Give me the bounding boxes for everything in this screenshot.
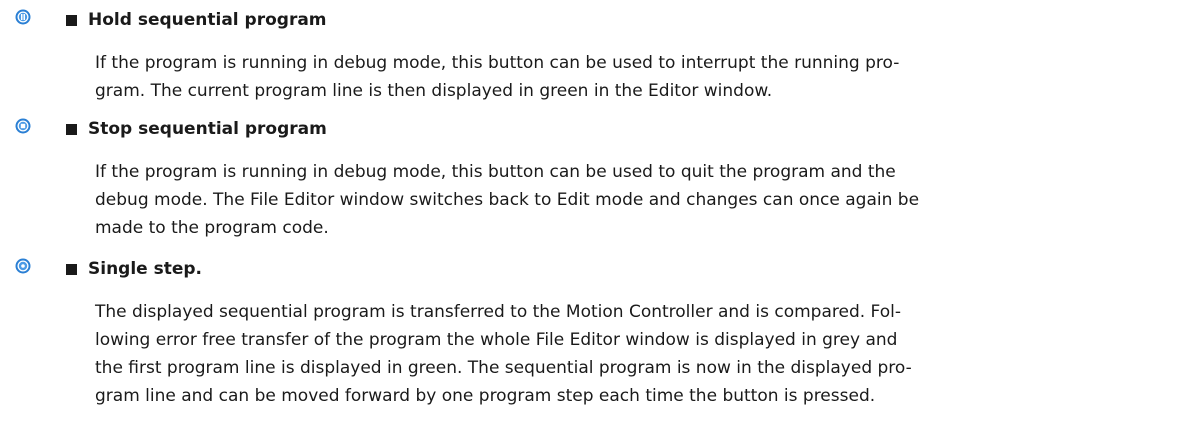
bullet-square [66, 14, 77, 26]
section-title: Hold sequential program [88, 10, 327, 30]
body-line: If the program is running in debug mode,… [95, 53, 900, 73]
section-title: Single step. [88, 259, 203, 279]
bullet-square [66, 123, 77, 135]
pause-icon [15, 9, 31, 25]
body-line: the first program line is displayed in g… [95, 358, 912, 378]
single-step-icon [15, 258, 31, 274]
section-body: The displayed sequential program is tran… [95, 298, 1185, 410]
body-line: If the program is running in debug mode,… [95, 162, 896, 182]
heading-row: Stop sequential program [66, 118, 327, 140]
body-line: gram line and can be moved forward by on… [95, 386, 876, 406]
heading-row: Hold sequential program [66, 9, 327, 31]
body-line: The displayed sequential program is tran… [95, 302, 901, 322]
body-line: lowing error free transfer of the progra… [95, 330, 898, 350]
heading-row: Single step. [66, 258, 202, 280]
section-body: If the program is running in debug mode,… [95, 49, 1185, 105]
bullet-square [66, 263, 77, 275]
body-line: gram. The current program line is then d… [95, 81, 773, 101]
stop-icon [15, 118, 31, 134]
section-body: If the program is running in debug mode,… [95, 158, 1185, 242]
body-line: made to the program code. [95, 218, 329, 238]
section-title: Stop sequential program [88, 119, 327, 139]
body-line: debug mode. The File Editor window switc… [95, 190, 920, 210]
